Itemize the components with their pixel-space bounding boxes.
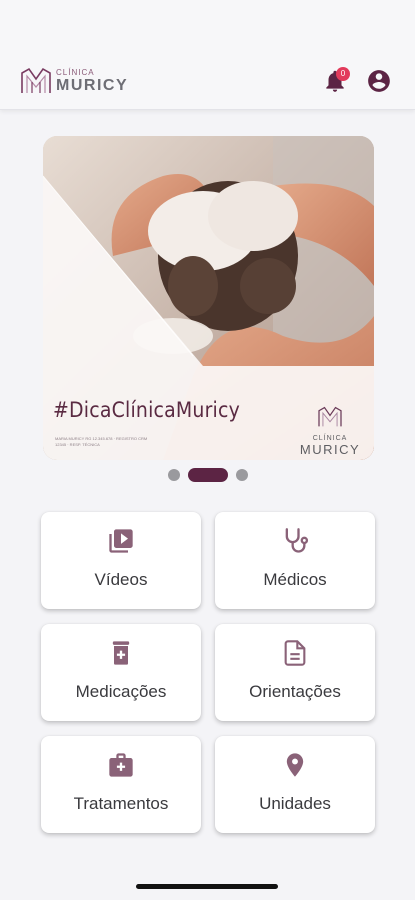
medications-button[interactable]: Medicações (41, 624, 201, 721)
carousel-dot-active[interactable] (188, 468, 228, 482)
logo-mark-icon (21, 67, 51, 93)
banner-logo-name: MURICY (299, 442, 361, 457)
doctors-label: Médicos (263, 570, 327, 589)
banner-logo-small: CLÍNICA (312, 435, 348, 442)
banner-logo: CLÍNICA MURICY (295, 406, 365, 457)
location-pin-icon (286, 753, 304, 777)
doctors-button[interactable]: Médicos (215, 512, 375, 609)
carousel-dot[interactable] (168, 469, 180, 481)
guidance-button[interactable]: Orientações (215, 624, 375, 721)
medical-kit-icon (109, 753, 133, 777)
medications-label: Medicações (75, 682, 167, 701)
treatments-button[interactable]: Tratamentos (41, 736, 201, 833)
units-label: Unidades (259, 794, 331, 813)
banner-logo-mark-icon (318, 406, 342, 427)
videos-label: Vídeos (94, 570, 148, 589)
stethoscope-icon (285, 528, 309, 553)
promo-banner[interactable]: #DicaClínicaMuricy MARIA MURICY RG 12.34… (43, 136, 374, 460)
medication-icon (112, 641, 130, 665)
clinic-logo[interactable]: CLÍNICA MURICY (20, 64, 140, 98)
video-library-icon (109, 529, 133, 553)
notification-badge: 0 (336, 67, 350, 81)
units-button[interactable]: Unidades (215, 736, 375, 833)
guidance-label: Orientações (249, 682, 341, 701)
banner-hashtag: #DicaClínicaMuricy (53, 398, 240, 422)
account-circle-icon[interactable] (366, 68, 392, 94)
document-icon (284, 640, 306, 666)
logo-small-text: CLÍNICA (56, 67, 95, 77)
treatments-label: Tratamentos (73, 794, 169, 813)
carousel-indicator (0, 466, 415, 482)
home-indicator[interactable] (136, 884, 278, 889)
app-header: CLÍNICA MURICY 0 (0, 0, 415, 110)
logo-name: MURICY (56, 76, 129, 94)
banner-fine-print: MARIA MURICY RG 12.345.678 · REGISTRO CR… (55, 436, 148, 447)
carousel-dot[interactable] (236, 469, 248, 481)
videos-button[interactable]: Vídeos (41, 512, 201, 609)
